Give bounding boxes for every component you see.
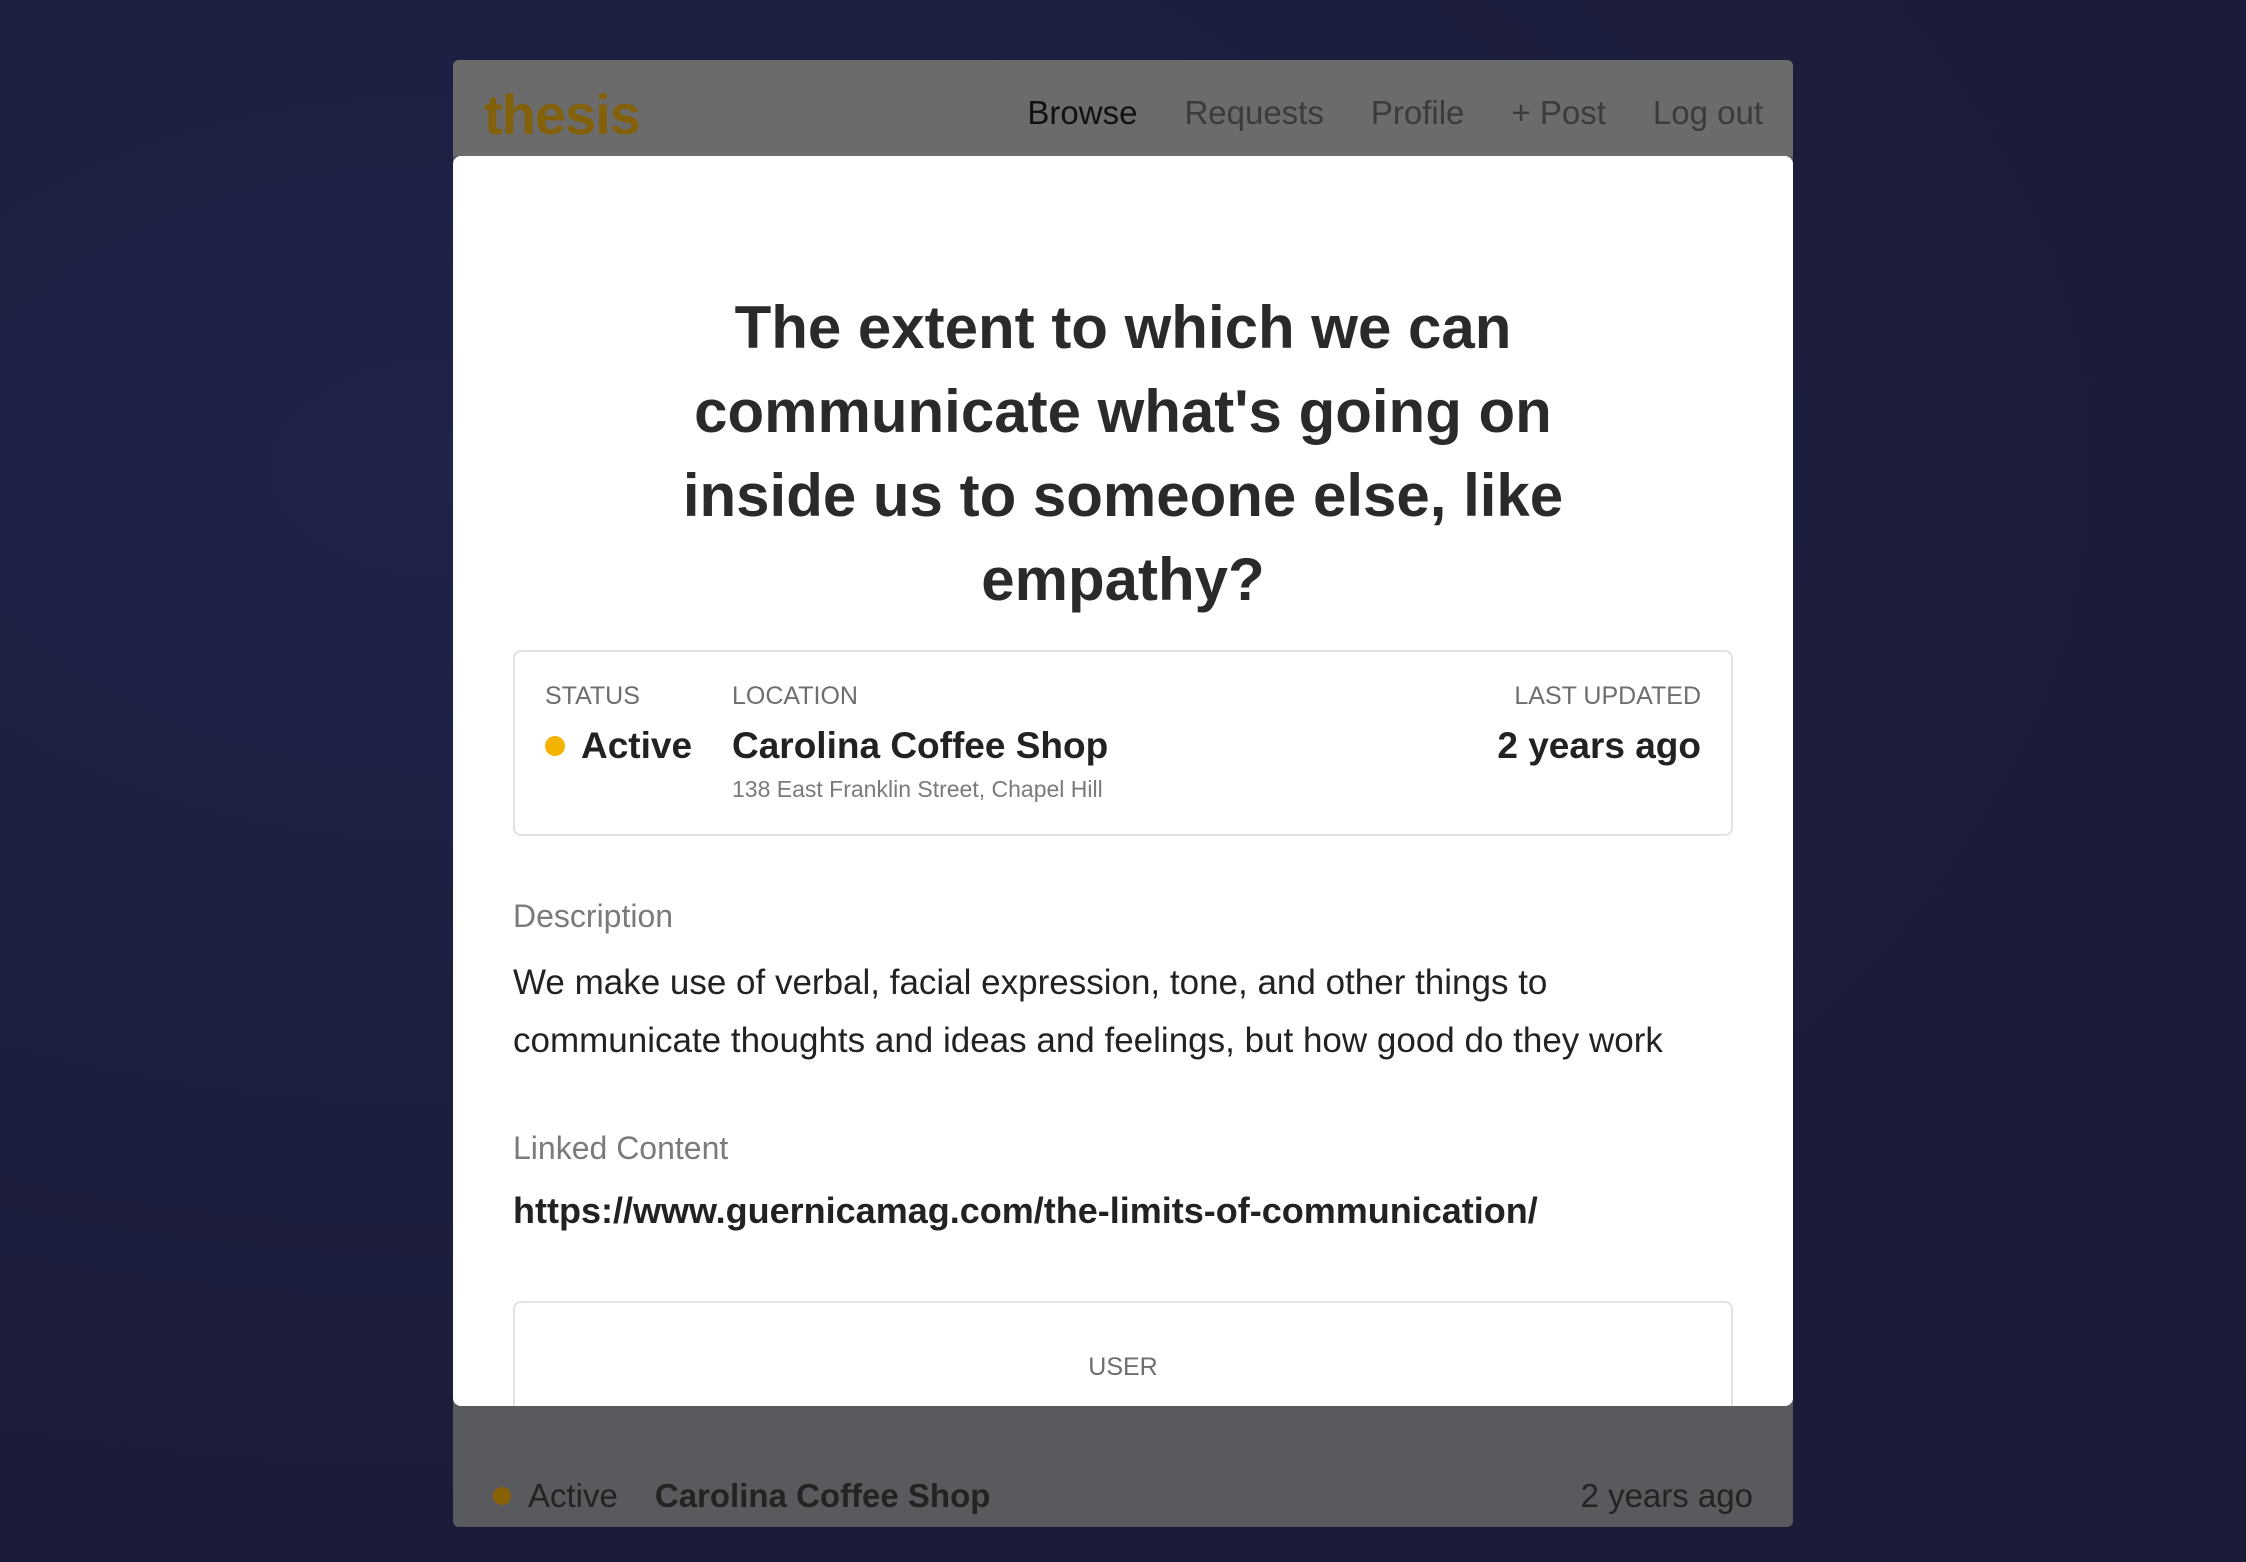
status-label: STATUS [545,682,640,710]
linked-content-label: Linked Content [513,1130,729,1166]
status-value: Active [581,725,693,766]
nav-profile[interactable]: Profile [1371,94,1465,132]
meta-card: STATUS Active LOCATION Carolina Coffee S… [513,650,1733,836]
list-item-updated: 2 years ago [1580,1477,1753,1514]
status-dot-icon [493,1487,511,1505]
nav-links: Browse Requests Profile + Post Log out [1027,94,1763,132]
linked-content-link[interactable]: https://www.guernicamag.com/the-limits-o… [513,1190,1538,1232]
updated-column: LAST UPDATED 2 years ago [1497,682,1701,767]
status-dot-icon [545,736,565,756]
updated-value: 2 years ago [1497,725,1701,766]
app-logo[interactable]: thesis [484,82,641,147]
user-card: USER [513,1301,1733,1406]
location-name: Carolina Coffee Shop [732,725,1109,766]
updated-label: LAST UPDATED [1514,682,1701,710]
list-item-location: Carolina Coffee Shop [654,1477,991,1514]
navbar: thesis Browse Requests Profile + Post Lo… [453,60,1793,156]
nav-requests[interactable]: Requests [1184,94,1323,132]
nav-browse[interactable]: Browse [1027,94,1137,132]
location-label: LOCATION [732,682,858,710]
request-detail-modal: The extent to which we can communicate w… [453,156,1793,1406]
location-address: 138 East Franklin Street, Chapel Hill [732,776,1103,802]
page-background: thesis Browse Requests Profile + Post Lo… [0,0,2246,1562]
user-label: USER [1088,1353,1158,1381]
request-title: The extent to which we can communicate w… [682,294,1564,613]
description-label: Description [513,898,674,934]
status-column: STATUS Active [545,682,692,767]
nav-post[interactable]: + Post [1511,94,1605,132]
nav-logout[interactable]: Log out [1653,94,1763,132]
list-item-status: Active [528,1477,618,1514]
status-value-row: Active [545,725,692,767]
description-text: We make use of verbal, facial expression… [513,963,1663,1060]
location-column: LOCATION Carolina Coffee Shop 138 East F… [732,682,1108,803]
list-item[interactable]: Active Carolina Coffee Shop 2 years ago [453,1465,1793,1527]
